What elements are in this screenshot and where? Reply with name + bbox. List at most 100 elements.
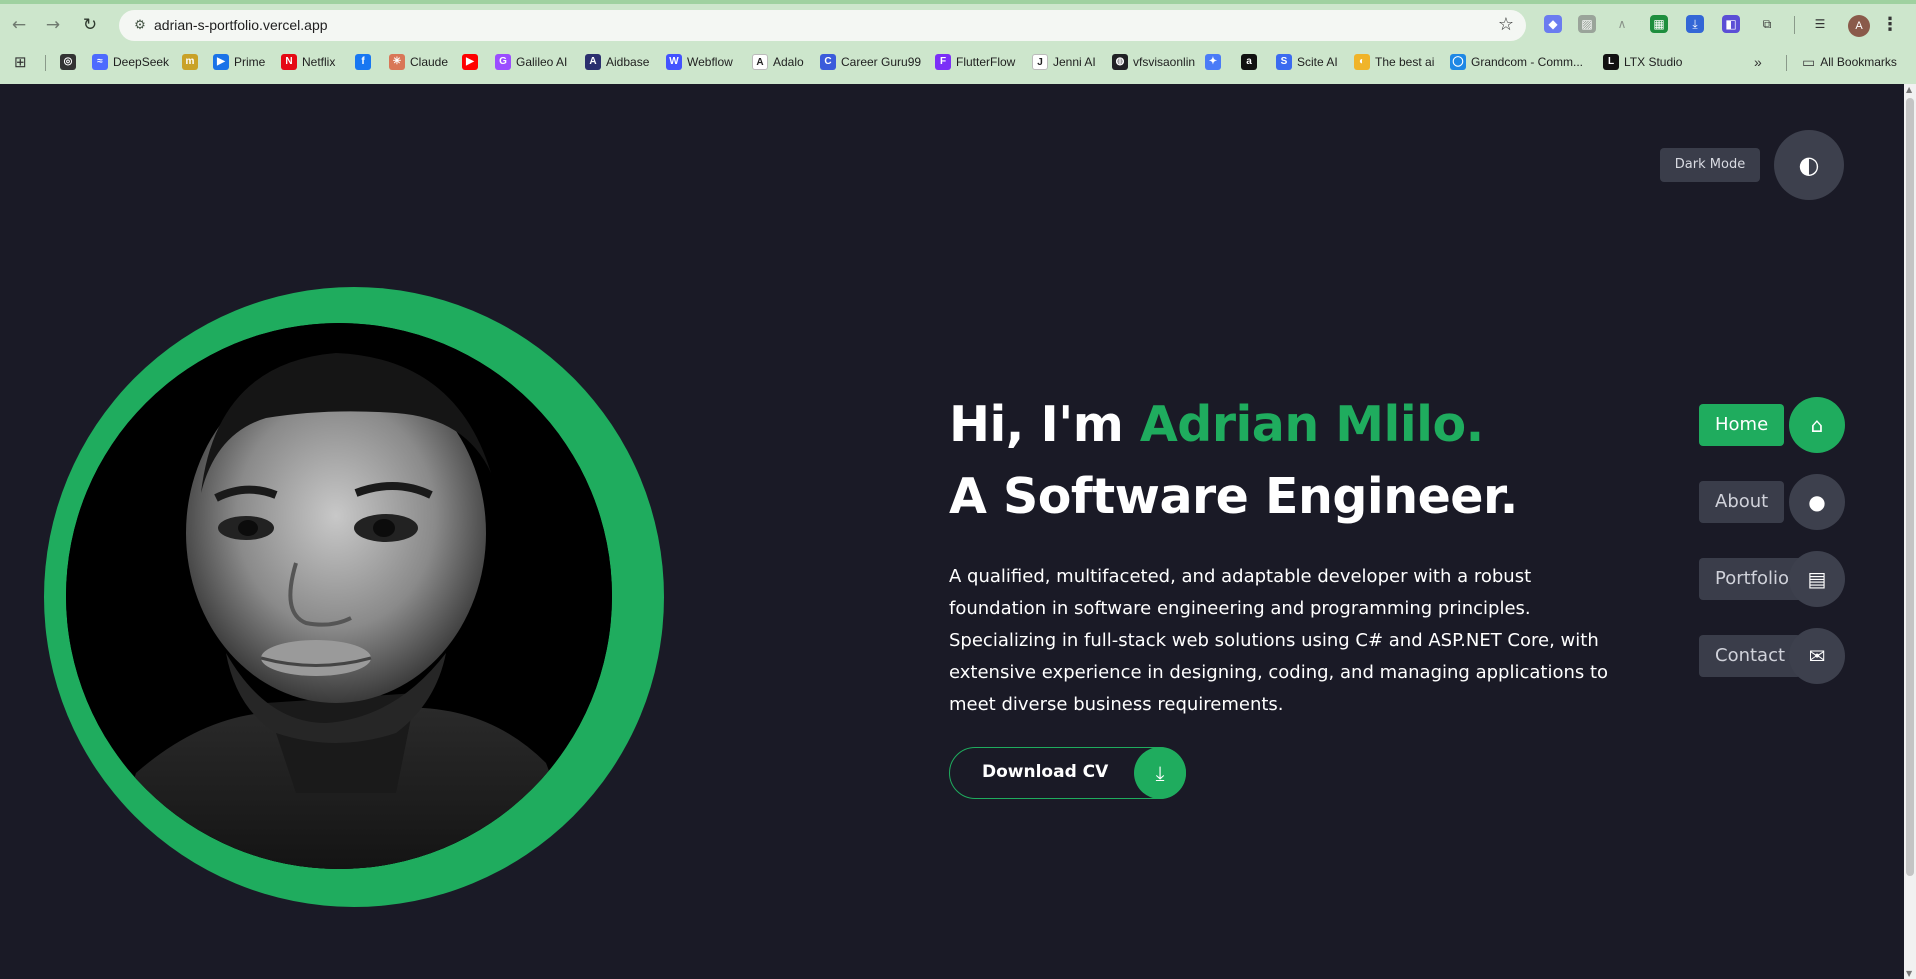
address-bar[interactable]: ⚙ adrian-s-portfolio.vercel.app ☆ (119, 10, 1526, 41)
nav-about-label: About (1699, 481, 1785, 523)
briefcase-icon: ▤ (1789, 551, 1845, 607)
bookmark-label: FlutterFlow (956, 55, 1016, 69)
scroll-down-icon[interactable]: ▼ (1906, 969, 1912, 978)
bookmark-item[interactable]: ✳ Claude (389, 52, 448, 72)
nav-home[interactable]: Home ⌂ (1699, 397, 1845, 453)
nav-about[interactable]: About ● (1699, 474, 1845, 530)
facebook-icon: f (355, 54, 371, 70)
globe-icon: ◍ (1112, 54, 1128, 70)
bookmark-label: Netflix (302, 55, 336, 69)
bookmark-label: Adalo (773, 55, 804, 69)
download-extension-icon[interactable]: ⤓ (1686, 15, 1704, 33)
bookmark-label: Grandcom - Comm... (1471, 55, 1584, 69)
bookmark-star-icon[interactable]: ☆ (1498, 15, 1514, 35)
aidbase-icon: A (585, 54, 601, 70)
bookmark-label: vfsvisaonlin (1133, 55, 1196, 69)
bookmark-item[interactable]: W Webflow (666, 52, 733, 72)
ltx-icon: L (1603, 54, 1619, 70)
extension-icon[interactable]: ◧ (1722, 15, 1740, 33)
bookmark-item[interactable]: A Adalo (752, 52, 804, 72)
bookmark-item[interactable]: L LTX Studio (1603, 52, 1682, 72)
site-settings-icon[interactable]: ⚙ (130, 16, 150, 36)
download-icon: ⤓ (1134, 747, 1186, 799)
flutterflow-icon: F (935, 54, 951, 70)
claude-icon: ✳ (389, 54, 405, 70)
extension-icon[interactable]: ∧ (1613, 15, 1631, 33)
toolbar-divider (1794, 16, 1795, 34)
hero-name: Adrian Mlilo. (1139, 396, 1484, 453)
download-cv-label: Download CV (982, 762, 1109, 782)
browser-chrome: ← → ↻ ⚙ adrian-s-portfolio.vercel.app ☆ … (0, 0, 1916, 84)
nav-home-label: Home (1699, 404, 1785, 446)
bookmark-item[interactable]: ▶ Prime (213, 52, 265, 72)
bookmarks-divider (1786, 55, 1787, 71)
bookmark-label: The best ai (1375, 55, 1435, 69)
bookmark-item[interactable]: ▶ (462, 52, 478, 72)
bookmark-item[interactable]: G Galileo AI (495, 52, 567, 72)
back-arrow-icon[interactable]: ← (7, 13, 31, 37)
hero-role: A Software Engineer. (949, 468, 1518, 525)
bookmark-item[interactable]: ◯ Grandcom - Comm... (1450, 52, 1583, 72)
guru99-icon: C (820, 54, 836, 70)
nav-contact[interactable]: Contact ✉ (1699, 628, 1845, 684)
folder-icon: ▭ (1802, 53, 1816, 70)
dark-mode-toggle[interactable]: ◐ (1774, 130, 1844, 200)
bookmark-item[interactable]: ◍ vfsvisaonlin (1112, 52, 1195, 72)
bookmark-label: Aidbase (606, 55, 650, 69)
scite-icon: S (1276, 54, 1292, 70)
bookmark-item[interactable]: a (1241, 52, 1257, 72)
bookmark-label: Prime (234, 55, 266, 69)
bestai-icon: ◐ (1354, 54, 1370, 70)
bookmark-item[interactable]: ◎ (60, 52, 76, 72)
nav-contact-label: Contact (1699, 635, 1802, 677)
scrollbar-thumb[interactable] (1906, 98, 1914, 876)
bookmark-item[interactable]: F FlutterFlow (935, 52, 1015, 72)
bookmark-item[interactable]: S Scite AI (1276, 52, 1338, 72)
bookmark-item[interactable]: N Netflix (281, 52, 335, 72)
puzzle-extensions-icon[interactable]: ⧉ (1758, 15, 1776, 33)
bookmark-item[interactable]: C Career Guru99 (820, 52, 921, 72)
bookmark-item[interactable]: J Jenni AI (1032, 52, 1096, 72)
forward-arrow-icon[interactable]: → (41, 13, 65, 37)
portfolio-page: Dark Mode ◐ Hi, I'm Adrian Mlilo. A Soft… (0, 84, 1904, 979)
download-cv-button[interactable]: Download CV ⤓ (949, 747, 1186, 799)
bookmark-item[interactable]: ◐ The best ai (1354, 52, 1434, 72)
bookmark-item[interactable]: A Aidbase (585, 52, 649, 72)
copilot-extension-icon[interactable]: ◆ (1544, 15, 1562, 33)
greeting-text: Hi, I'm (949, 396, 1140, 453)
all-bookmarks-button[interactable]: ▭ All Bookmarks (1802, 52, 1897, 72)
bookmark-label: LTX Studio (1624, 55, 1683, 69)
page-scrollbar[interactable]: ▲ ▼ (1904, 84, 1916, 979)
bookmark-item[interactable]: ✦ (1205, 52, 1221, 72)
prime-icon: ▶ (213, 54, 229, 70)
huggingface-icon: m (182, 54, 198, 70)
nav-portfolio[interactable]: Portfolio ▤ (1699, 551, 1845, 607)
bookmark-label: Webflow (687, 55, 733, 69)
bookmark-item[interactable]: ≈ DeepSeek (92, 52, 169, 72)
envelope-icon: ✉ (1789, 628, 1845, 684)
reload-icon[interactable]: ↻ (78, 13, 102, 37)
jenni-icon: J (1032, 54, 1048, 70)
adalo-icon: A (752, 54, 768, 70)
bookmark-item[interactable]: f (355, 52, 371, 72)
url-text[interactable]: adrian-s-portfolio.vercel.app (154, 17, 328, 33)
portrait-image (66, 323, 612, 869)
bookmark-label: Jenni AI (1053, 55, 1096, 69)
sheets-extension-icon[interactable]: ▦ (1650, 15, 1668, 33)
gemini-icon: ✦ (1205, 54, 1221, 70)
chat-icon: ◯ (1450, 54, 1466, 70)
profile-avatar[interactable]: A (1848, 15, 1870, 37)
openai-icon: ◎ (60, 54, 76, 70)
scroll-up-icon[interactable]: ▲ (1906, 85, 1912, 94)
all-bookmarks-label: All Bookmarks (1820, 55, 1897, 69)
bookmark-item[interactable]: m (182, 52, 198, 72)
apps-grid-icon[interactable]: ⊞ (14, 52, 27, 72)
hero-description: A qualified, multifaceted, and adaptable… (949, 566, 1609, 715)
browser-menu-icon[interactable]: ⋮ (1880, 13, 1900, 37)
webflow-icon: W (666, 54, 682, 70)
bookmarks-divider (45, 55, 46, 71)
bookmark-label: Career Guru99 (841, 55, 922, 69)
reading-list-icon[interactable]: ☰ (1811, 15, 1829, 33)
extension-icon[interactable]: ▨ (1578, 15, 1596, 33)
more-bookmarks-icon[interactable]: » (1754, 52, 1762, 72)
